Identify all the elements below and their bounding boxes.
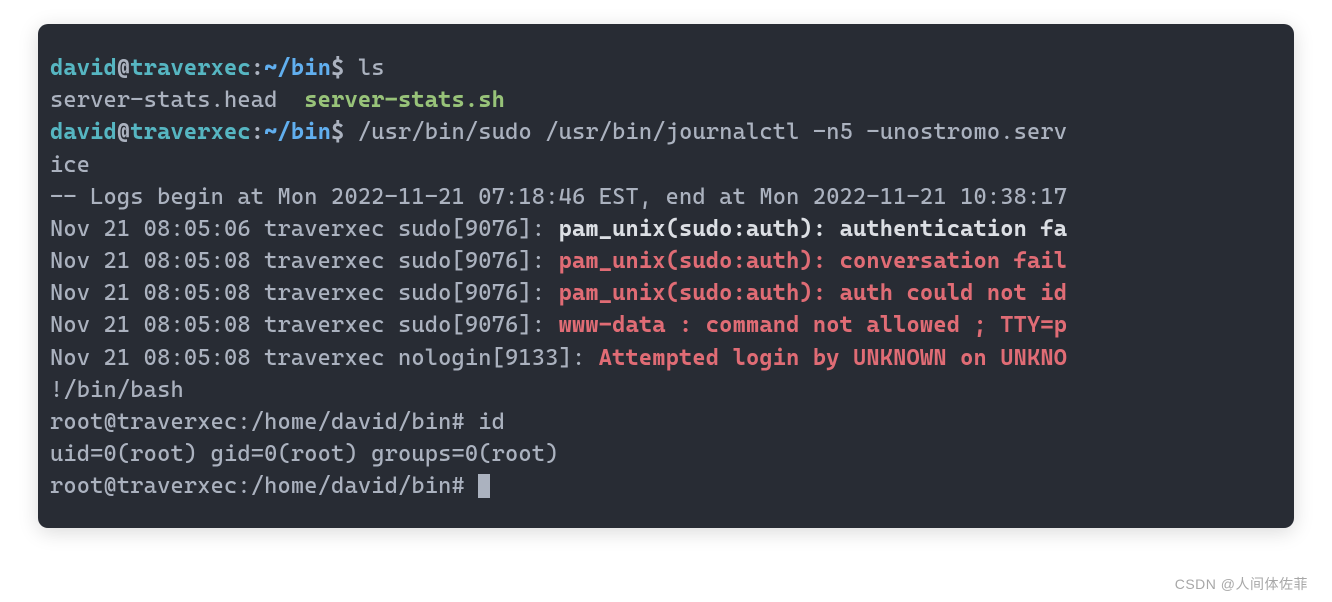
log-line-2: Nov 21 08:05:08 traverxec sudo[9076]: pa… <box>50 245 1282 277</box>
prompt-colon: : <box>251 119 264 145</box>
log-meta: Nov 21 08:05:08 traverxec sudo[9076]: <box>50 280 559 306</box>
prompt-at: @ <box>117 55 130 81</box>
log-msg-auth-fail: pam_unix(sudo:auth): authentication fa <box>559 216 1068 242</box>
prompt-path: ~/bin <box>264 55 331 81</box>
root-prompt-cursor[interactable]: root@traverxec:/home/david/bin# <box>50 470 1282 502</box>
log-msg-auth-could-not: pam_unix(sudo:auth): auth could not id <box>559 280 1068 306</box>
prompt-host: traverxec <box>130 119 250 145</box>
logs-begin-line: -- Logs begin at Mon 2022-11-21 07:18:46… <box>50 181 1282 213</box>
command-sudo-journalctl: /usr/bin/sudo /usr/bin/journalctl -n5 -u… <box>358 119 1067 145</box>
bang-line: !/bin/bash <box>50 374 1282 406</box>
log-meta: Nov 21 08:05:08 traverxec sudo[9076]: <box>50 312 559 338</box>
root-prompt: root@traverxec:/home/david/bin# <box>50 473 478 499</box>
prompt-host: traverxec <box>130 55 250 81</box>
prompt-user: david <box>50 55 117 81</box>
log-meta: Nov 21 08:05:08 traverxec sudo[9076]: <box>50 248 559 274</box>
prompt-colon: : <box>251 55 264 81</box>
file-head: server-stats.head <box>50 87 304 113</box>
command-wrap: ice <box>50 149 1282 181</box>
watermark: CSDN @人间体佐菲 <box>1175 574 1308 594</box>
log-meta: Nov 21 08:05:06 traverxec sudo[9076]: <box>50 216 559 242</box>
terminal-window[interactable]: david@traverxec:~/bin$ ls server-stats.h… <box>38 24 1294 528</box>
prompt-path: ~/bin <box>264 119 331 145</box>
prompt-dollar: $ <box>331 55 358 81</box>
prompt-user: david <box>50 119 117 145</box>
log-line-4: Nov 21 08:05:08 traverxec sudo[9076]: ww… <box>50 309 1282 341</box>
ls-output: server-stats.head server-stats.sh <box>50 84 1282 116</box>
log-msg-conversation-fail: pam_unix(sudo:auth): conversation fail <box>559 248 1068 274</box>
prompt-at: @ <box>117 119 130 145</box>
id-output: uid=0(root) gid=0(root) groups=0(root) <box>50 438 1282 470</box>
prompt-dollar: $ <box>331 119 358 145</box>
file-sh: server-stats.sh <box>304 87 505 113</box>
log-meta: Nov 21 08:05:08 traverxec nologin[9133]: <box>50 345 599 371</box>
root-prompt-id: root@traverxec:/home/david/bin# id <box>50 406 1282 438</box>
prompt-line-1: david@traverxec:~/bin$ ls <box>50 52 1282 84</box>
log-msg-not-allowed: www-data : command not allowed ; TTY=p <box>559 312 1068 338</box>
log-line-1: Nov 21 08:05:06 traverxec sudo[9076]: pa… <box>50 213 1282 245</box>
prompt-line-2: david@traverxec:~/bin$ /usr/bin/sudo /us… <box>50 116 1282 148</box>
command-ls: ls <box>358 55 385 81</box>
cursor <box>478 474 490 498</box>
log-msg-attempted-login: Attempted login by UNKNOWN on UNKNO <box>599 345 1067 371</box>
log-line-3: Nov 21 08:05:08 traverxec sudo[9076]: pa… <box>50 277 1282 309</box>
log-line-5: Nov 21 08:05:08 traverxec nologin[9133]:… <box>50 342 1282 374</box>
